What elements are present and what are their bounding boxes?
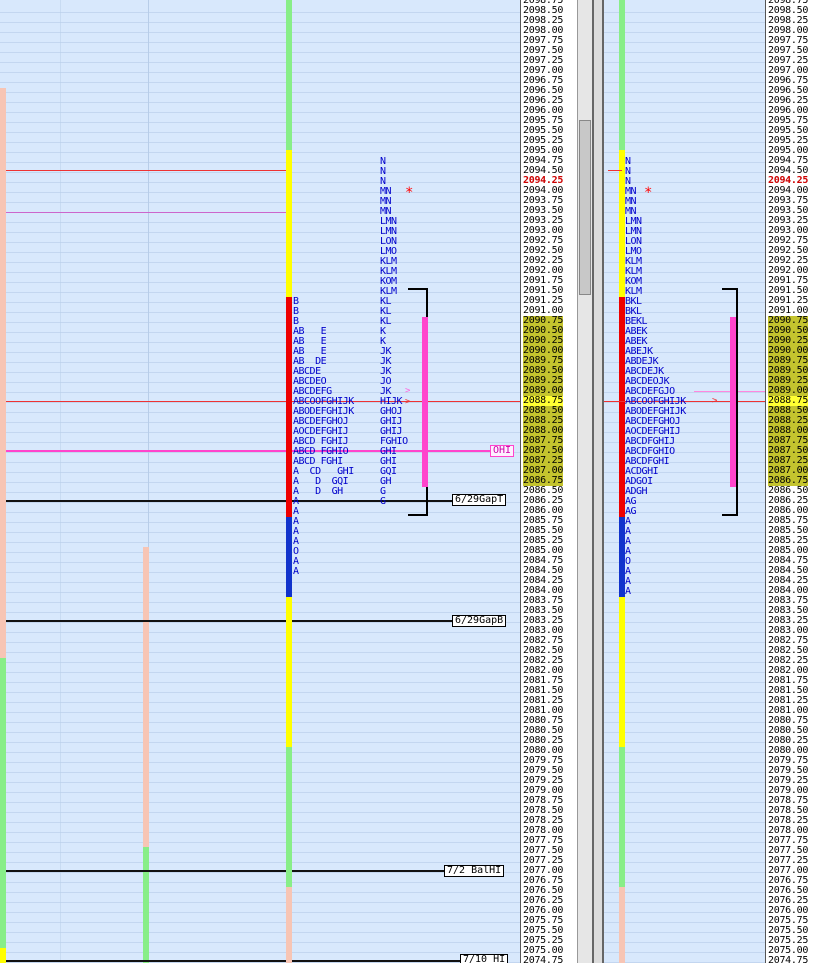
tpo-row: O xyxy=(625,556,631,567)
tpo-row: A xyxy=(625,536,631,547)
tpo-profile-late: N N N MN MN MN LMN LMN LON LMO KLM KLM KOM KLM KL KL KL K… xyxy=(380,157,408,507)
hi-710-line xyxy=(6,960,460,962)
tpo-row: AG xyxy=(625,506,637,517)
tpo-row: A xyxy=(293,536,299,547)
value-area-bar xyxy=(422,317,428,487)
last-price-marker: * xyxy=(405,185,414,201)
poc-line xyxy=(6,401,520,402)
price-level: 2074.75 xyxy=(523,955,564,963)
tpo-row: A xyxy=(293,496,299,507)
prior-session-range-bar xyxy=(0,658,6,948)
opening-range-bar xyxy=(286,517,292,597)
session-range-bar xyxy=(286,0,292,150)
tpo-profile-ab: B B B AB E AB E AB E AB DE ABCDE ABCDEO ABCDEFG AB… xyxy=(293,297,354,577)
initial-balance-bar xyxy=(286,297,292,517)
tpo-row: B xyxy=(293,296,299,307)
price-scale-left[interactable]: 2098.75 2098.50 2098.25 2098.00 2097.75 2097.… xyxy=(520,0,578,963)
gap-bottom-line xyxy=(6,620,452,622)
hi-710-label: 7/10 HI xyxy=(460,954,509,963)
tpo-row: A xyxy=(293,526,299,537)
prior-session-range-bar xyxy=(143,547,149,847)
arrow-icon: > xyxy=(405,397,411,407)
session-range-bar xyxy=(286,747,292,887)
tpo-profile-composite: N N N MN MN MN LMN LMN LON LMO KLM KLM KOM KLM BKL BKL B… xyxy=(625,157,686,597)
chart-pane-right[interactable]: N N N MN MN MN LMN LMN LON LMO KLM KLM KOM KLM BKL BKL B… xyxy=(604,0,765,963)
prior-high-line xyxy=(608,170,622,171)
price-level: 2074.75 xyxy=(768,955,809,963)
pane-splitter[interactable] xyxy=(592,0,604,963)
arrow-icon: > xyxy=(405,386,411,396)
tpo-row: A xyxy=(293,506,299,517)
grid-divider xyxy=(60,0,61,963)
tpo-row: A xyxy=(293,566,299,577)
arrow-icon: > xyxy=(712,396,718,406)
session-range-bar xyxy=(286,887,292,963)
gap-top-label: 6/29GapT xyxy=(452,494,507,506)
session-range-bar xyxy=(619,747,625,887)
prior-high-line xyxy=(6,170,286,171)
tpo-row: A xyxy=(293,516,299,527)
scrollbar-thumb[interactable] xyxy=(579,120,591,295)
tpo-row: B xyxy=(293,306,299,317)
tpo-row: A xyxy=(625,516,631,527)
gap-bottom-label: 6/29GapB xyxy=(452,615,507,627)
tpo-row: A xyxy=(625,566,631,577)
tpo-row: A xyxy=(625,586,631,597)
prior-level-line xyxy=(6,212,286,213)
price-scale-right[interactable]: 2098.75 2098.50 2098.25 2098.00 2097.75 2097.… xyxy=(765,0,823,963)
tpo-row: G xyxy=(380,496,386,507)
tpo-row: O xyxy=(293,546,299,557)
chart-pane-left[interactable]: B B B AB E AB E AB E AB DE ABCDE ABCDEO ABCDEFG AB… xyxy=(0,0,520,963)
tpo-row: N xyxy=(625,156,631,167)
tpo-row: A xyxy=(625,546,631,557)
tpo-row: N xyxy=(625,166,631,177)
bal-hi-line xyxy=(6,870,444,872)
session-range-bar xyxy=(286,150,292,297)
prior-session-range-bar xyxy=(0,88,6,658)
session-range-bar xyxy=(619,597,625,747)
value-area-bar xyxy=(730,317,736,487)
session-range-bar xyxy=(619,887,625,963)
tpo-row: A xyxy=(625,526,631,537)
tpo-row: A xyxy=(293,556,299,567)
prior-session-range-bar xyxy=(143,847,149,963)
last-price-marker: * xyxy=(644,185,653,201)
ohi-label: OHI xyxy=(490,445,515,457)
bal-hi-label: 7/2 BalHI xyxy=(444,865,505,877)
tpo-row: A xyxy=(625,576,631,587)
vertical-scrollbar[interactable] xyxy=(577,0,593,963)
tpo-row: A D GH xyxy=(293,486,343,497)
session-range-bar xyxy=(286,597,292,747)
